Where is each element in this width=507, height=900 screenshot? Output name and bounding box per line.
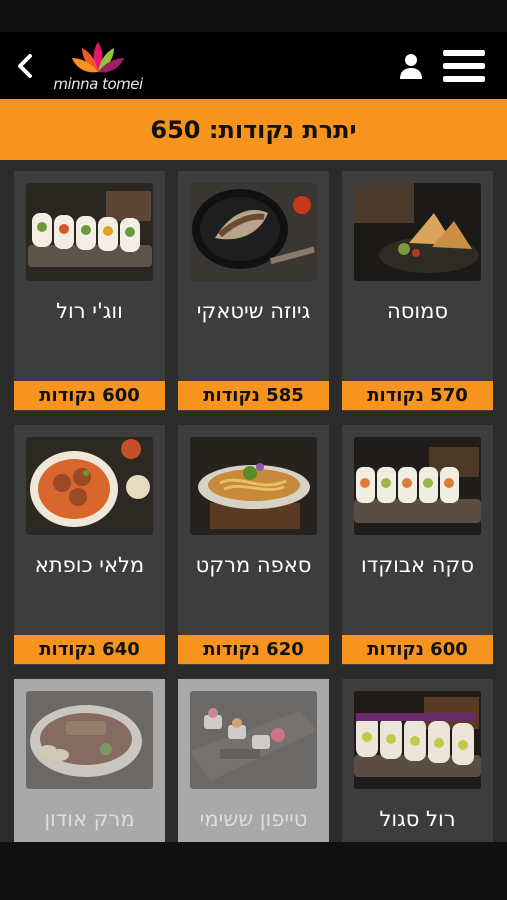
reward-card[interactable]: מלאי כופתא 640 נקודות — [14, 425, 165, 665]
reward-card[interactable]: סמוסה 570 נקודות — [342, 171, 493, 411]
reward-card[interactable]: גיוזה שיטאקי 585 נקודות — [178, 171, 329, 411]
dish-name: סמוסה — [387, 299, 448, 323]
reward-card-unavailable: טייפון ששימי — [178, 679, 329, 842]
dish-price-badge: 620 נקודות — [178, 635, 329, 664]
dish-image — [26, 183, 153, 281]
dish-price: 585 נקודות — [203, 385, 304, 406]
reward-card[interactable]: סקה אבוקדו 600 נקודות — [342, 425, 493, 665]
menu-button[interactable] — [440, 46, 488, 86]
dish-price-badge: 600 נקודות — [342, 635, 493, 664]
dish-name: מלאי כופתא — [34, 553, 145, 577]
dish-price-badge: 640 נקודות — [14, 635, 165, 664]
dish-image — [190, 183, 317, 281]
dish-name: סקה אבוקדו — [361, 553, 474, 577]
dish-image — [190, 691, 317, 789]
dish-name: טייפון ששימי — [199, 807, 308, 831]
reward-card[interactable]: סאפה מרקט 620 נקודות — [178, 425, 329, 665]
status-bar — [0, 0, 507, 32]
dish-name: מרק אודון — [44, 807, 135, 831]
reward-card-unavailable: מרק אודון — [14, 679, 165, 842]
dish-name: רול סגול — [379, 807, 456, 831]
bottom-bar — [0, 842, 507, 900]
reward-card[interactable]: ווג'י רול 600 נקודות — [14, 171, 165, 411]
dish-price: 640 נקודות — [39, 639, 140, 660]
rewards-grid: סמוסה 570 נקודות גיוזה שיטאקי 585 נקודות — [0, 160, 507, 842]
dish-image — [26, 691, 153, 789]
dish-name: גיוזה שיטאקי — [196, 299, 311, 323]
dish-image — [26, 437, 153, 535]
dish-image — [354, 183, 481, 281]
dish-image — [354, 691, 481, 789]
dish-name: סאפה מרקט — [195, 553, 312, 577]
points-balance: יתרת נקודות: 650 — [150, 115, 357, 144]
dish-price: 620 נקודות — [203, 639, 304, 660]
hamburger-menu-icon — [443, 50, 485, 56]
dish-name: ווג'י רול — [56, 299, 123, 323]
dish-image — [190, 437, 317, 535]
chevron-left-icon — [18, 54, 32, 78]
hamburger-menu-icon — [443, 76, 485, 82]
brand-logo: minna tomei — [48, 38, 148, 96]
points-balance-bar: יתרת נקודות: 650 — [0, 99, 507, 160]
dish-price: 570 נקודות — [367, 385, 468, 406]
dish-price: 600 נקודות — [367, 639, 468, 660]
user-icon — [400, 54, 422, 79]
back-button[interactable] — [10, 50, 42, 82]
dish-image — [354, 437, 481, 535]
reward-card[interactable]: רול סגול — [342, 679, 493, 842]
hamburger-menu-icon — [443, 63, 485, 69]
dish-price-badge: 585 נקודות — [178, 381, 329, 410]
lotus-icon — [72, 42, 124, 73]
logo-text: minna tomei — [53, 75, 143, 93]
app-header: minna tomei — [0, 32, 507, 99]
profile-button[interactable] — [398, 52, 424, 80]
dish-price-badge: 570 נקודות — [342, 381, 493, 410]
dish-price: 600 נקודות — [39, 385, 140, 406]
dish-price-badge: 600 נקודות — [14, 381, 165, 410]
